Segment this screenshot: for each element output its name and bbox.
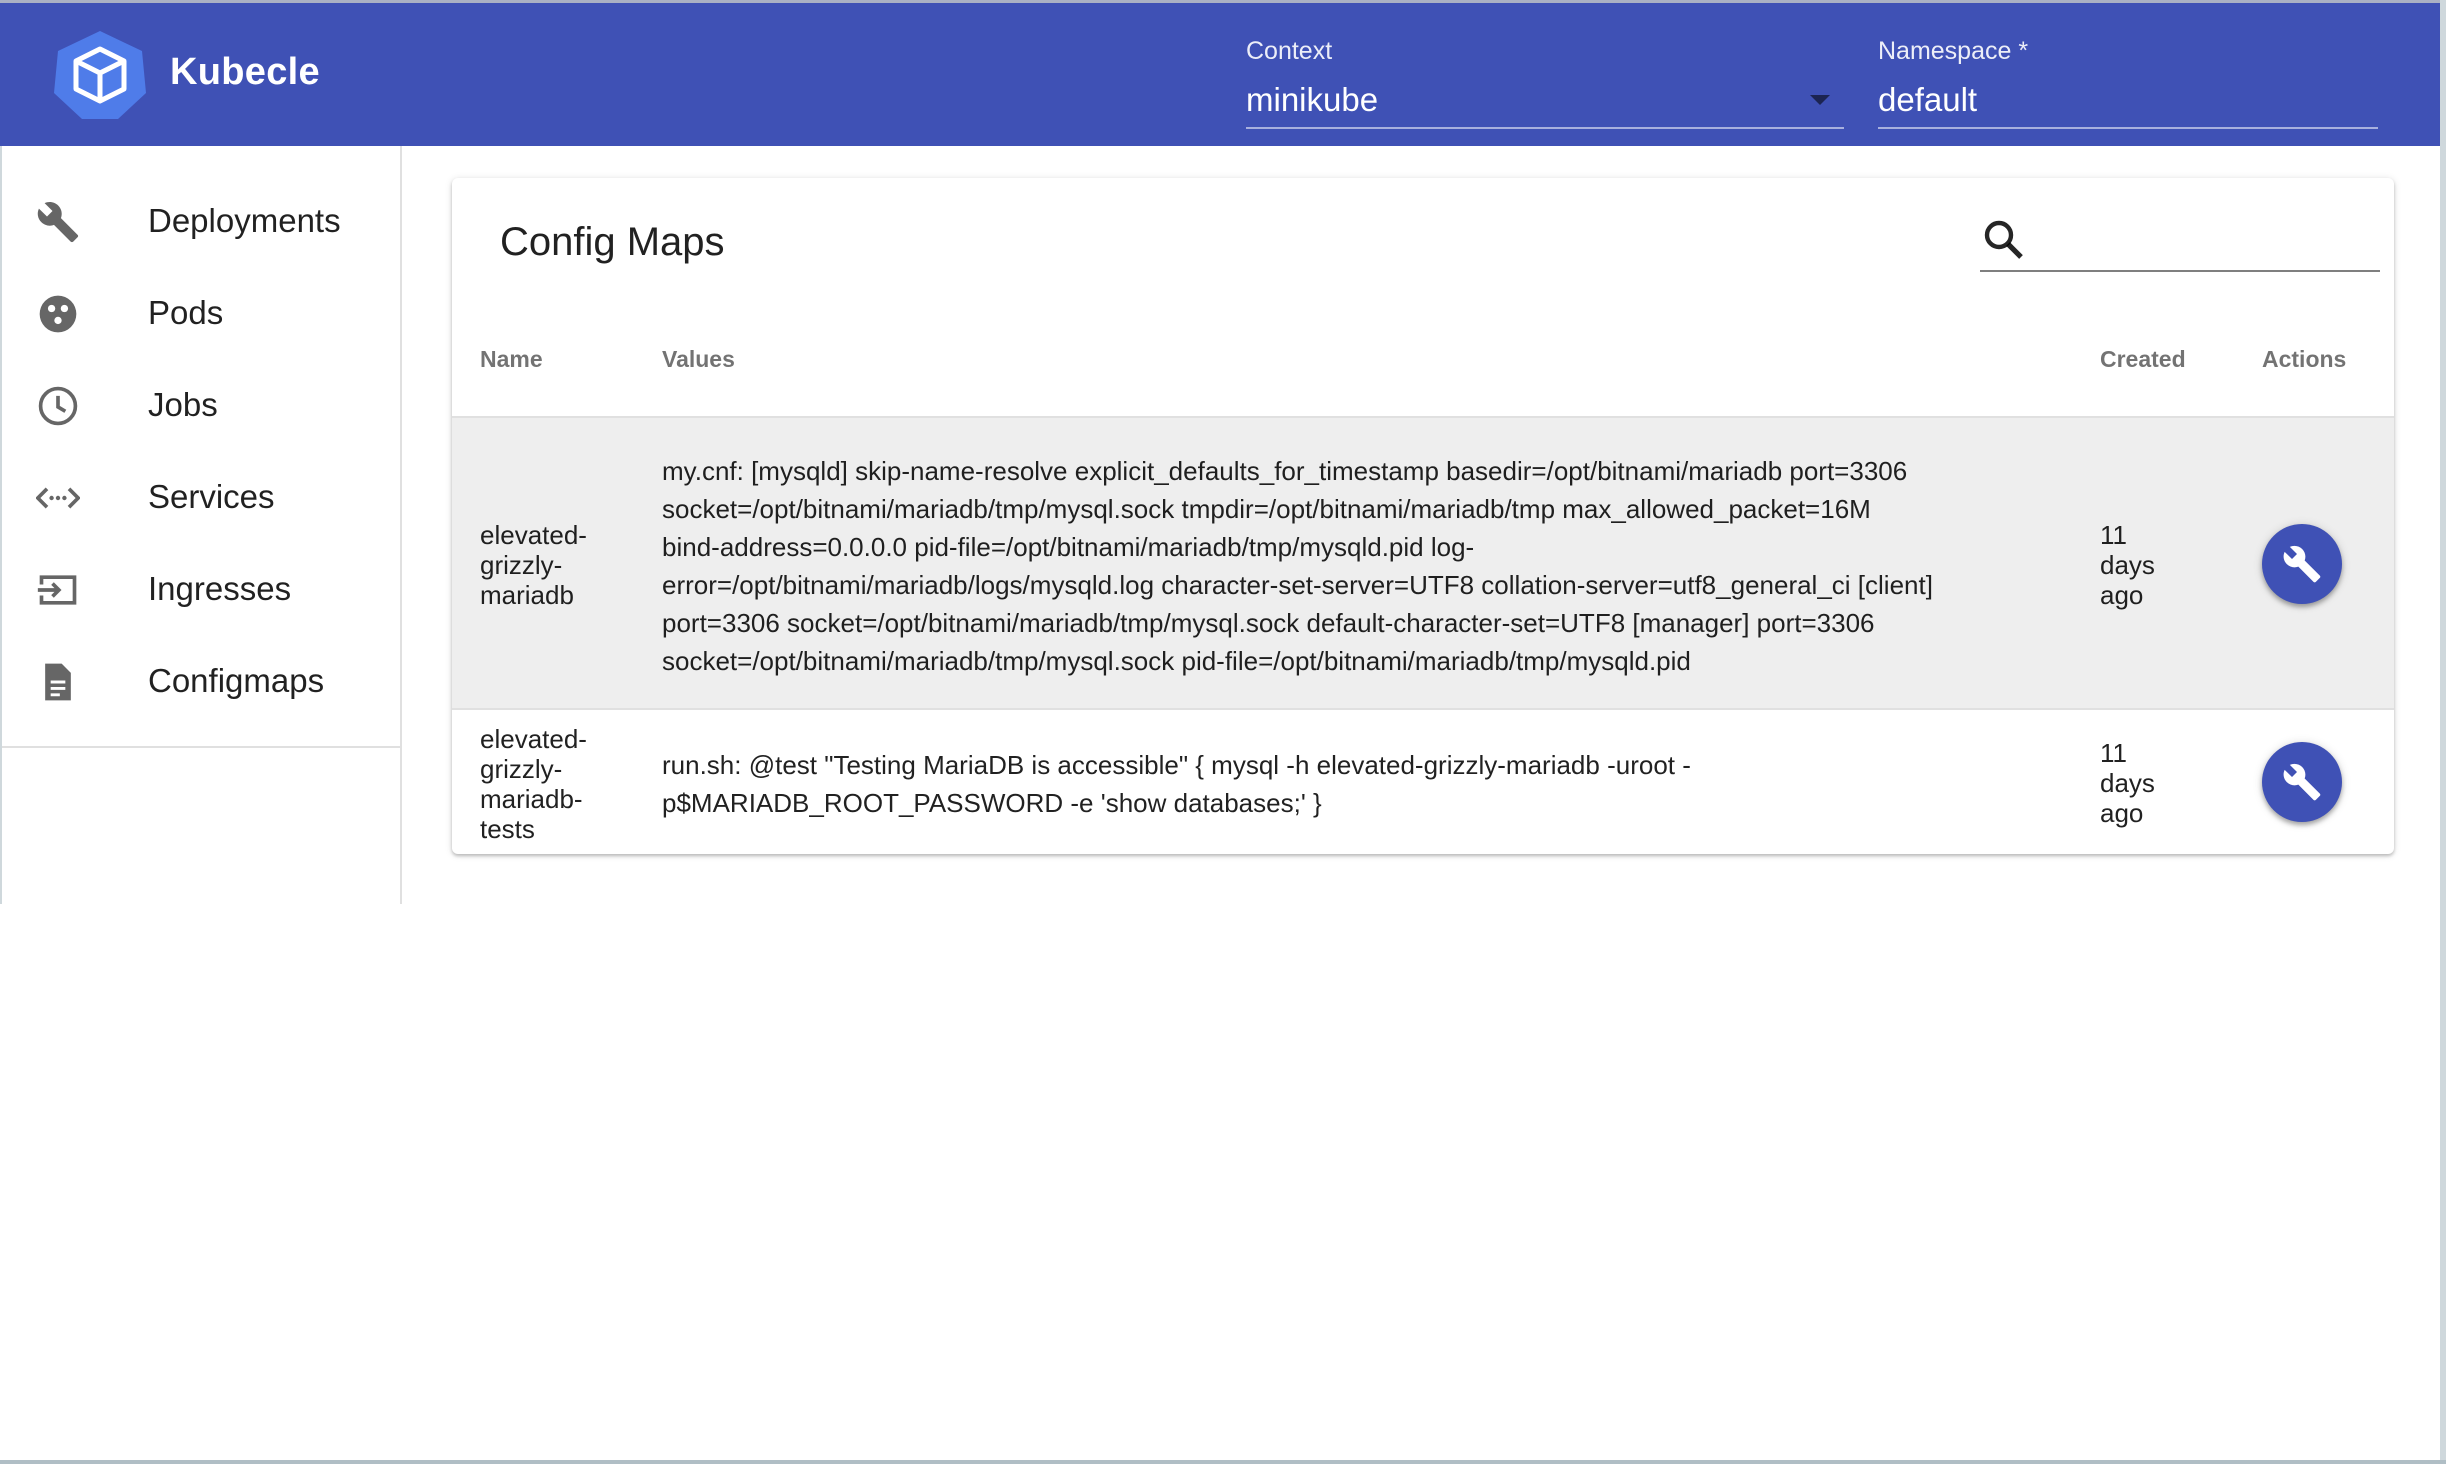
row-values-cell: my.cnf: [mysqld] skip-name-resolve expli… — [662, 452, 1933, 680]
sidebar-item-label: Configmaps — [148, 662, 325, 699]
row-name-line: elevated- — [480, 724, 587, 754]
column-header-values[interactable]: Values — [662, 346, 735, 373]
context-label: Context — [1246, 37, 1333, 65]
sidebar-item-pods[interactable]: Pods — [2, 268, 402, 360]
column-header-name[interactable]: Name — [480, 346, 543, 373]
sidebar-item-configmaps[interactable]: Configmaps — [2, 636, 402, 728]
document-icon — [36, 660, 80, 704]
window-frame-bottom — [0, 1460, 2446, 1464]
row-created-line: 11 — [2100, 738, 2127, 768]
code-arrows-icon — [36, 476, 80, 520]
sidebar-item-label: Deployments — [148, 202, 341, 239]
sidebar-divider — [2, 746, 402, 748]
wrench-icon — [2283, 545, 2321, 583]
row-created-line: ago — [2100, 580, 2144, 610]
search-icon — [1980, 216, 2028, 264]
row-name-line: mariadb — [480, 580, 574, 610]
namespace-input[interactable]: default — [1878, 81, 2378, 119]
row-values-cell: run.sh: @test "Testing MariaDB is access… — [662, 746, 1691, 822]
config-maps-card: Config Maps Name Values Created Actions … — [452, 178, 2394, 854]
row-values-line: port=3306 socket=/opt/bitnami/mariadb/tm… — [662, 608, 1875, 638]
nav-list: Deployments Pods Jobs Services Ingresses — [2, 176, 402, 728]
sidebar-item-deployments[interactable]: Deployments — [2, 176, 402, 268]
edit-configmap-button[interactable] — [2262, 742, 2342, 822]
namespace-underline — [1878, 127, 2378, 129]
row-values-line: p$MARIADB_ROOT_PASSWORD -e 'show databas… — [662, 788, 1322, 818]
sidebar-item-ingresses[interactable]: Ingresses — [2, 544, 402, 636]
row-created-cell: 11 days ago — [2100, 738, 2155, 828]
row-values-line: socket=/opt/bitnami/mariadb/tmp/mysql.so… — [662, 646, 1691, 676]
context-underline — [1246, 127, 1844, 129]
app-bar: Kubecle Context minikube Namespace * def… — [0, 0, 2442, 146]
context-select[interactable]: minikube — [1246, 81, 1846, 119]
sidebar-item-services[interactable]: Services — [2, 452, 402, 544]
pods-icon — [36, 292, 80, 336]
input-icon — [36, 568, 80, 612]
sidebar: Deployments Pods Jobs Services Ingresses — [0, 146, 402, 904]
row-created-line: days — [2100, 550, 2155, 580]
namespace-label: Namespace * — [1878, 37, 2029, 65]
row-name-line: tests — [480, 814, 535, 844]
search-input[interactable] — [2040, 216, 2384, 266]
row-values-line: my.cnf: [mysqld] skip-name-resolve expli… — [662, 456, 1908, 486]
column-header-actions: Actions — [2262, 346, 2347, 372]
wrench-icon — [2283, 763, 2321, 801]
kubernetes-cube-logo-icon — [50, 29, 150, 121]
row-values-line: bind-address=0.0.0.0 pid-file=/opt/bitna… — [662, 532, 1475, 562]
sidebar-item-jobs[interactable]: Jobs — [2, 360, 402, 452]
row-created-line: ago — [2100, 798, 2144, 828]
search-underline — [1980, 270, 2380, 272]
edit-configmap-button[interactable] — [2262, 524, 2342, 604]
clock-icon — [36, 384, 80, 428]
wrench-icon — [36, 200, 80, 244]
row-name-line: grizzly- — [480, 754, 563, 784]
column-header-created[interactable]: Created — [2100, 346, 2186, 373]
sidebar-item-label: Pods — [148, 294, 224, 331]
row-name-cell: elevated- grizzly- mariadb- tests — [480, 724, 587, 844]
row-name-line: elevated- — [480, 520, 587, 550]
row-values-line: run.sh: @test "Testing MariaDB is access… — [662, 750, 1691, 780]
dropdown-arrow-icon[interactable] — [1810, 95, 1830, 105]
row-name-line: mariadb- — [480, 784, 583, 814]
app-title: Kubecle — [170, 51, 320, 93]
page-title: Config Maps — [500, 220, 725, 264]
sidebar-item-label: Jobs — [148, 386, 218, 423]
row-created-cell: 11 days ago — [2100, 520, 2155, 610]
row-values-line: error=/opt/bitnami/mariadb/logs/mysqld.l… — [662, 570, 1933, 600]
window-frame-right — [2440, 0, 2446, 1464]
row-created-line: 11 — [2100, 520, 2127, 550]
row-name-cell: elevated- grizzly- mariadb — [480, 520, 587, 610]
row-values-line: socket=/opt/bitnami/mariadb/tmp/mysql.so… — [662, 494, 1871, 524]
row-name-line: grizzly- — [480, 550, 563, 580]
sidebar-item-label: Services — [148, 478, 275, 515]
sidebar-item-label: Ingresses — [148, 570, 292, 607]
row-created-line: days — [2100, 768, 2155, 798]
